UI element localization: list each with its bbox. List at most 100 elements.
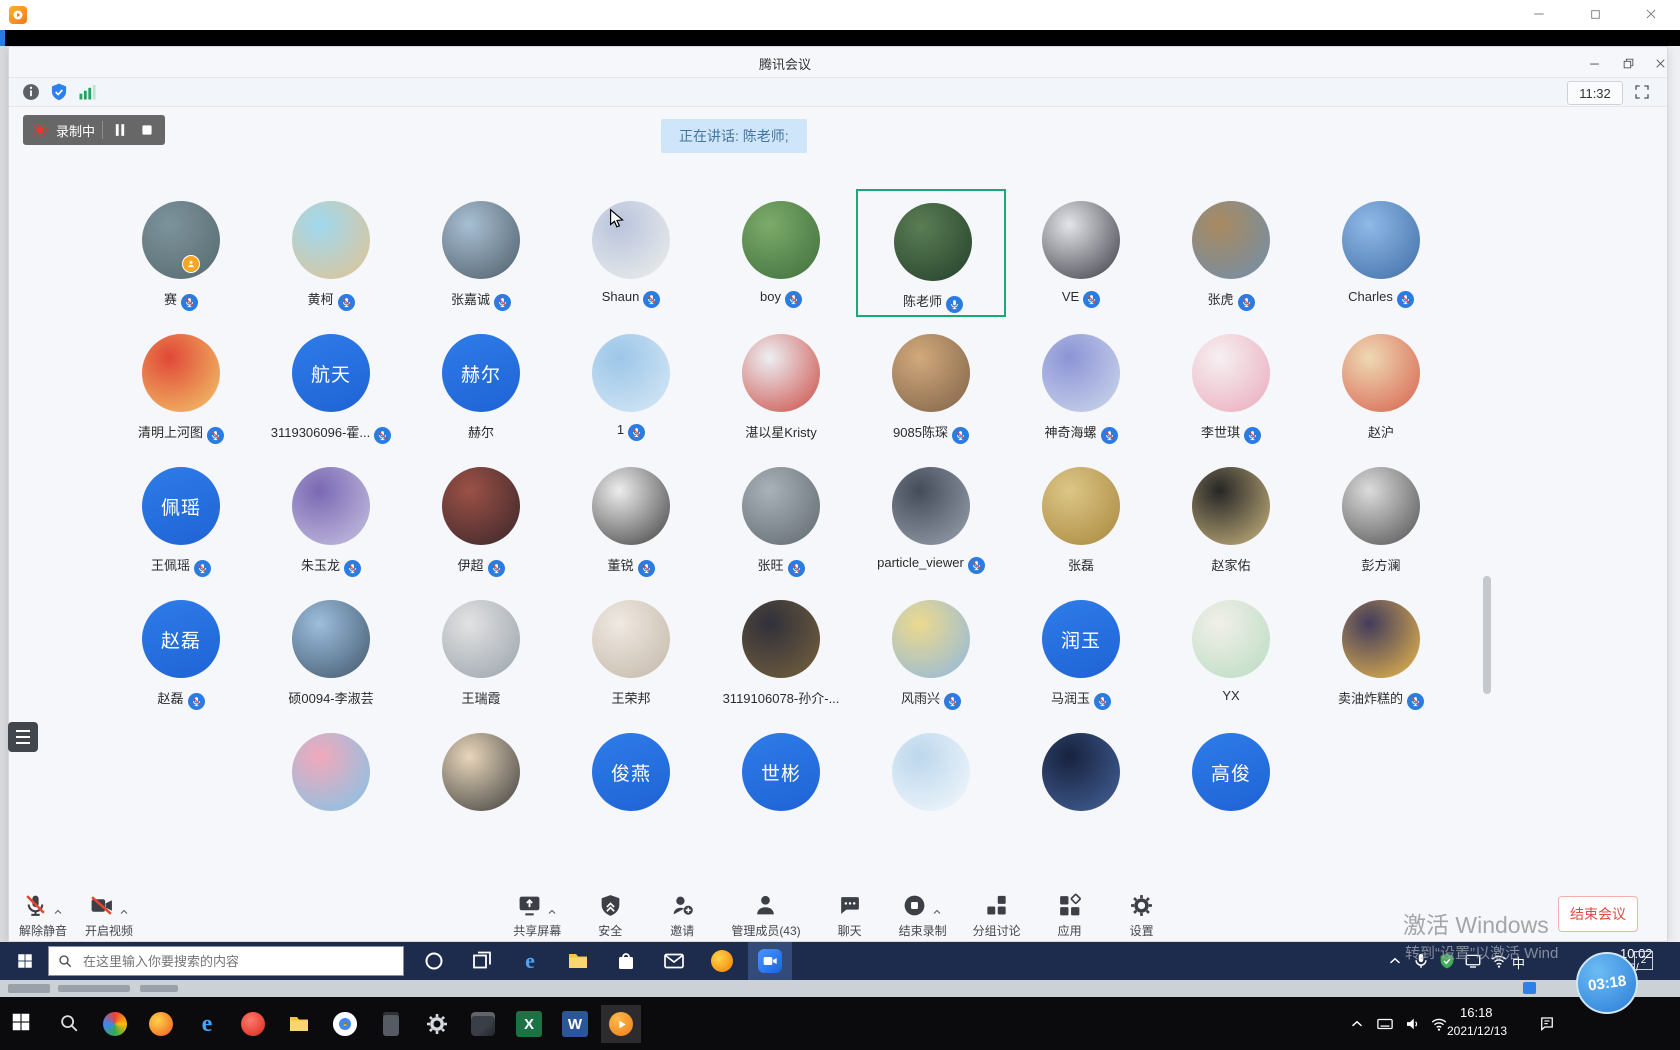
- host-start-button[interactable]: [10, 1011, 40, 1035]
- toolbar-button-mic-off[interactable]: 解除静音: [19, 891, 67, 939]
- member-panel-toggle[interactable]: [8, 722, 38, 752]
- notification-badge[interactable]: 2: [1634, 951, 1653, 970]
- cortana-icon: [422, 949, 446, 973]
- host-taskbar-app-clapper[interactable]: [463, 1005, 503, 1043]
- search-input[interactable]: [81, 953, 385, 970]
- outer-minimize-button[interactable]: [1528, 3, 1550, 25]
- participant-cell[interactable]: [1006, 721, 1156, 849]
- host-tray-keyboard-icon[interactable]: [1376, 1015, 1394, 1033]
- participant-cell[interactable]: 卖油炸糕的: [1306, 588, 1456, 716]
- participant-cell[interactable]: 佩瑶王佩瑶: [106, 455, 256, 583]
- host-taskbar-app-phone[interactable]: [371, 1005, 411, 1043]
- end-meeting-button[interactable]: 结束会议: [1558, 896, 1638, 932]
- participant-cell[interactable]: [256, 721, 406, 849]
- taskbar-search-box[interactable]: [48, 946, 404, 976]
- host-taskbar-app-word[interactable]: W: [555, 1005, 595, 1043]
- host-taskbar-app-excel[interactable]: X: [509, 1005, 549, 1043]
- host-taskbar-app-pinwheel[interactable]: [95, 1005, 135, 1043]
- taskbar-app-meeting[interactable]: [748, 942, 792, 980]
- host-tray-speaker-icon[interactable]: [1404, 1015, 1422, 1033]
- grid-scrollbar-thumb[interactable]: [1483, 576, 1491, 694]
- participant-cell[interactable]: 俊燕: [556, 721, 706, 849]
- participant-cell[interactable]: 黄柯: [256, 189, 406, 317]
- participant-cell[interactable]: 李世琪: [1156, 322, 1306, 450]
- chevron-up-icon[interactable]: [52, 906, 64, 918]
- toolbar-button-stop-record[interactable]: 结束录制: [899, 891, 947, 939]
- host-taskbar-app-app-red[interactable]: [233, 1005, 273, 1043]
- host-taskbar-app-explorer[interactable]: [279, 1005, 319, 1043]
- host-notification-icon[interactable]: [1538, 1015, 1556, 1033]
- taskbar-app-cortana[interactable]: [412, 942, 456, 980]
- participant-cell[interactable]: YX: [1156, 588, 1306, 716]
- toolbar-button-shield-up[interactable]: 安全: [587, 891, 633, 939]
- mic-muted-icon: [194, 560, 211, 577]
- participant-cell[interactable]: 湛以星Kristy: [706, 322, 856, 450]
- start-button[interactable]: [8, 949, 42, 973]
- participant-cell[interactable]: [406, 721, 556, 849]
- host-taskbar-app-ie[interactable]: e: [187, 1005, 227, 1043]
- participant-cell[interactable]: 赛: [106, 189, 256, 317]
- participant-cell[interactable]: 张嘉诚: [406, 189, 556, 317]
- taskbar-app-firefox[interactable]: [700, 942, 744, 980]
- participant-cell[interactable]: 1: [556, 322, 706, 450]
- taskbar-app-mail[interactable]: [652, 942, 696, 980]
- participant-cell[interactable]: [856, 721, 1006, 849]
- participant-cell[interactable]: Shaun: [556, 189, 706, 317]
- toolbar-button-share-screen[interactable]: 共享屏幕: [513, 891, 561, 939]
- participant-cell[interactable]: 3119106078-孙介-...: [706, 588, 856, 716]
- outer-close-button[interactable]: [1640, 3, 1662, 25]
- participant-cell[interactable]: 赵磊赵磊: [106, 588, 256, 716]
- participant-cell[interactable]: 彭方澜: [1306, 455, 1456, 583]
- toolbar-button-apps[interactable]: 应用: [1047, 891, 1093, 939]
- chevron-up-icon[interactable]: [931, 906, 943, 918]
- toolbar-button-invite[interactable]: 邀请: [659, 891, 705, 939]
- participant-cell[interactable]: 赫尔赫尔: [406, 322, 556, 450]
- toolbar-button-members[interactable]: 管理成员(43): [731, 891, 800, 939]
- toolbar-button-chat[interactable]: 聊天: [827, 891, 873, 939]
- participant-cell[interactable]: particle_viewer: [856, 455, 1006, 583]
- taskbar-app-edge[interactable]: e: [508, 942, 552, 980]
- host-taskbar-app-settings[interactable]: [417, 1005, 457, 1043]
- participant-cell[interactable]: 高俊: [1156, 721, 1306, 849]
- participant-cell[interactable]: 张虎: [1156, 189, 1306, 317]
- host-taskbar-app-player[interactable]: [601, 1005, 641, 1043]
- chevron-up-icon[interactable]: [118, 906, 130, 918]
- participant-cell[interactable]: 风雨兴: [856, 588, 1006, 716]
- participant-cell[interactable]: 润玉马润玉: [1006, 588, 1156, 716]
- participant-cell[interactable]: 9085陈琛: [856, 322, 1006, 450]
- participant-cell[interactable]: 董锐: [556, 455, 706, 583]
- participant-cell[interactable]: 赵沪: [1306, 322, 1456, 450]
- participant-cell[interactable]: 世彬: [706, 721, 856, 849]
- avatar: [1042, 334, 1120, 412]
- host-tray-chevron-icon[interactable]: [1348, 1015, 1366, 1033]
- outer-maximize-button[interactable]: [1584, 3, 1606, 25]
- participant-cell[interactable]: 王瑞霞: [406, 588, 556, 716]
- avatar-text: 航天: [311, 360, 351, 387]
- taskbar-app-store[interactable]: [604, 942, 648, 980]
- host-taskbar-app-chrome[interactable]: [325, 1005, 365, 1043]
- toolbar-button-breakout[interactable]: 分组讨论: [973, 891, 1021, 939]
- toolbar-button-gear[interactable]: 设置: [1119, 891, 1165, 939]
- participant-cell[interactable]: 神奇海螺: [1006, 322, 1156, 450]
- participant-cell[interactable]: 王荣邦: [556, 588, 706, 716]
- participant-cell[interactable]: 伊超: [406, 455, 556, 583]
- participant-cell[interactable]: 航天3119306096-霍...: [256, 322, 406, 450]
- participant-cell[interactable]: VE: [1006, 189, 1156, 317]
- chevron-up-icon[interactable]: [546, 906, 558, 918]
- tray-chevron-icon[interactable]: [1386, 952, 1404, 970]
- participant-cell[interactable]: 朱玉龙: [256, 455, 406, 583]
- toolbar-button-cam-off[interactable]: 开启视频: [85, 891, 133, 939]
- taskbar-app-taskview[interactable]: [460, 942, 504, 980]
- participant-cell[interactable]: 清明上河图: [106, 322, 256, 450]
- participant-cell[interactable]: 张旺: [706, 455, 856, 583]
- host-taskbar-app-firefox[interactable]: [141, 1005, 181, 1043]
- participant-cell[interactable]: 赵家佑: [1156, 455, 1306, 583]
- host-tray-wifi-icon[interactable]: [1430, 1015, 1448, 1033]
- participant-cell[interactable]: boy: [706, 189, 856, 317]
- participant-cell[interactable]: Charles: [1306, 189, 1456, 317]
- participant-cell[interactable]: 陈老师: [856, 189, 1006, 317]
- participant-cell[interactable]: 张磊: [1006, 455, 1156, 583]
- taskbar-app-explorer[interactable]: [556, 942, 600, 980]
- participant-cell[interactable]: 硕0094-李淑芸: [256, 588, 406, 716]
- host-search-icon[interactable]: [58, 1012, 80, 1034]
